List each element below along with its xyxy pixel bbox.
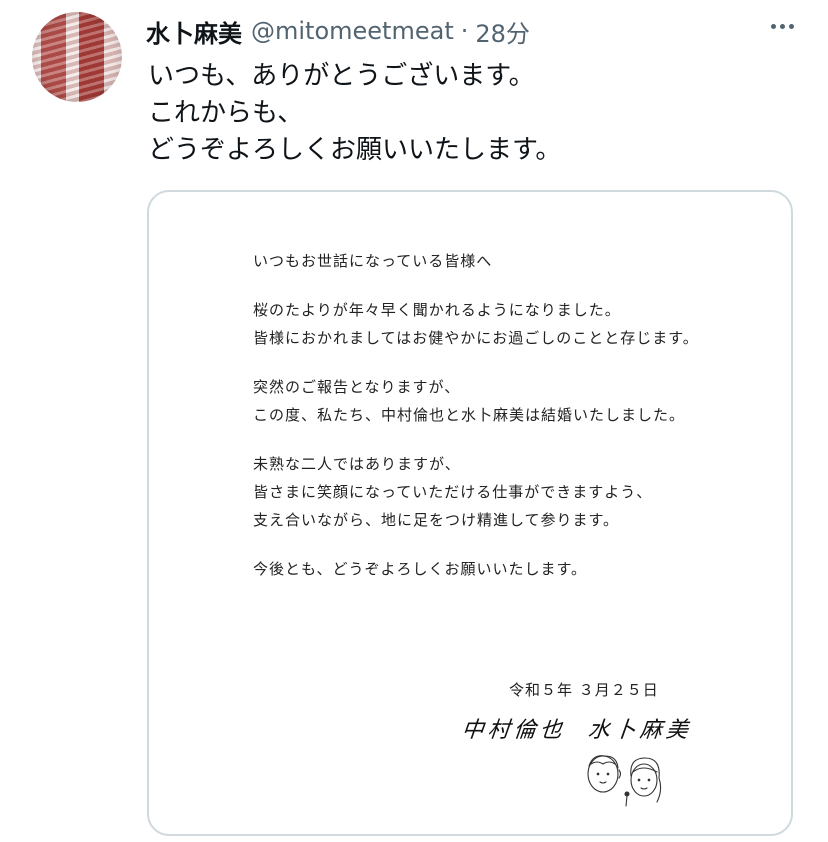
- more-options-icon[interactable]: [767, 20, 798, 33]
- tweet-header: 水卜麻美 @mitomeetmeat · 28分: [146, 14, 530, 48]
- tweet-line: これからも、: [148, 98, 304, 128]
- signatures: 中村倫也 水卜麻美: [460, 712, 693, 744]
- avatar[interactable]: [32, 12, 122, 102]
- display-name[interactable]: 水卜麻美: [146, 14, 242, 49]
- signature-mito: 水卜麻美: [586, 718, 694, 743]
- tweet-text: いつも、ありがとうございます。 これからも、 どうぞよろしくお願いいたします。: [148, 58, 798, 169]
- letter-line: 未熟な二人ではありますが、: [253, 455, 461, 473]
- letter-line: この度、私たち、中村倫也と水卜麻美は結婚いたしました。: [253, 406, 686, 424]
- user-handle[interactable]: @mitomeetmeat: [251, 17, 454, 45]
- letter-date: 令和５年 ３月２５日: [509, 681, 659, 699]
- separator-dot: ·: [460, 17, 469, 45]
- tweet-line: どうぞよろしくお願いいたします。: [148, 135, 562, 165]
- letter-line: 皆さまに笑顔になっていただける仕事ができますよう、: [253, 483, 653, 501]
- tweet-image[interactable]: いつもお世話になっている皆様へ 桜のたよりが年々早く聞かれるようになりました。 …: [147, 190, 793, 836]
- letter-line: 桜のたよりが年々早く聞かれるようになりました。: [253, 301, 621, 319]
- signature-nakamura: 中村倫也: [460, 718, 568, 743]
- couple-doodle-icon: [587, 755, 662, 807]
- tweet-line: いつも、ありがとうございます。: [148, 61, 535, 91]
- letter-body: いつもお世話になっている皆様へ 桜のたよりが年々早く聞かれるようになりました。 …: [253, 247, 699, 583]
- letter-line: 皆様におかれましてはお健やかにお過ごしのことと存じます。: [253, 329, 699, 347]
- letter-greeting: いつもお世話になっている皆様へ: [253, 252, 493, 270]
- letter-line: 突然のご報告となりますが、: [253, 378, 461, 396]
- letter-line: 支え合いながら、地に足をつけ精進して参ります。: [253, 511, 620, 529]
- timestamp[interactable]: 28分: [475, 14, 530, 49]
- letter-closing: 今後とも、どうぞよろしくお願いいたします。: [253, 560, 588, 578]
